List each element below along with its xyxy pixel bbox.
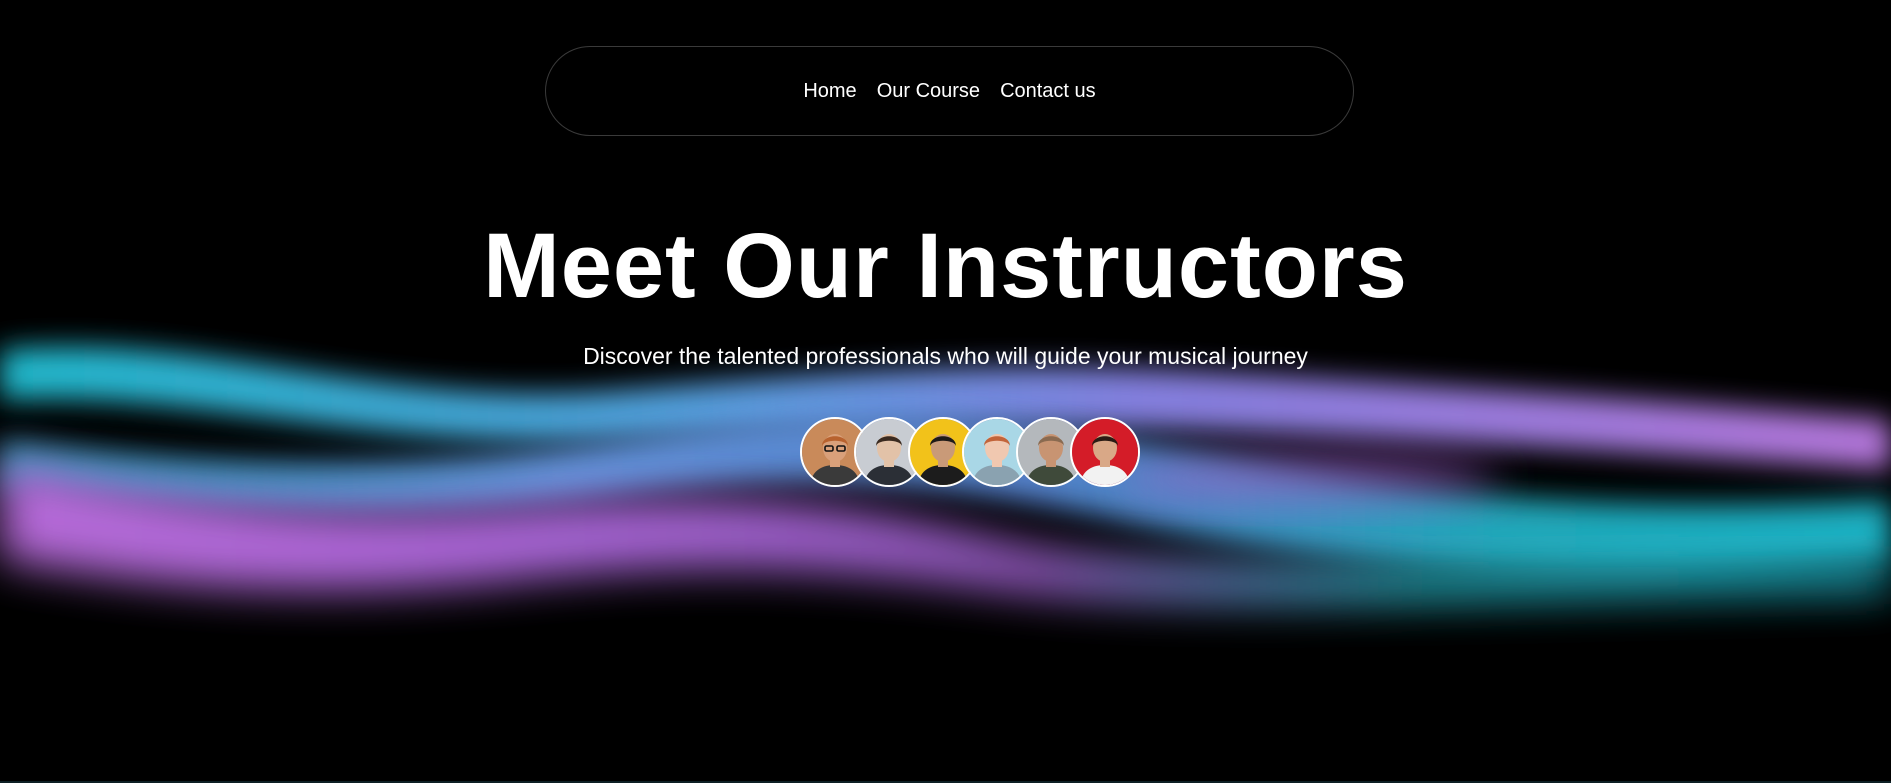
page-subtitle: Discover the talented professionals who … xyxy=(583,343,1308,369)
nav-link-home[interactable]: Home xyxy=(803,80,856,103)
wave-glow xyxy=(1120,456,1500,500)
page: Home Our Course Contact us Meet Our Inst… xyxy=(0,0,1891,783)
page-title: Meet Our Instructors xyxy=(483,215,1408,317)
avatar-portrait xyxy=(1072,419,1138,485)
top-navigation: Home Our Course Contact us xyxy=(545,46,1354,136)
nav-link-contact-us[interactable]: Contact us xyxy=(1000,80,1096,103)
instructor-avatar-6[interactable] xyxy=(1070,417,1140,487)
hero-section: Meet Our Instructors Discover the talent… xyxy=(0,210,1891,370)
nav-link-our-course[interactable]: Our Course xyxy=(877,80,980,103)
instructor-avatar-group xyxy=(800,417,1140,487)
